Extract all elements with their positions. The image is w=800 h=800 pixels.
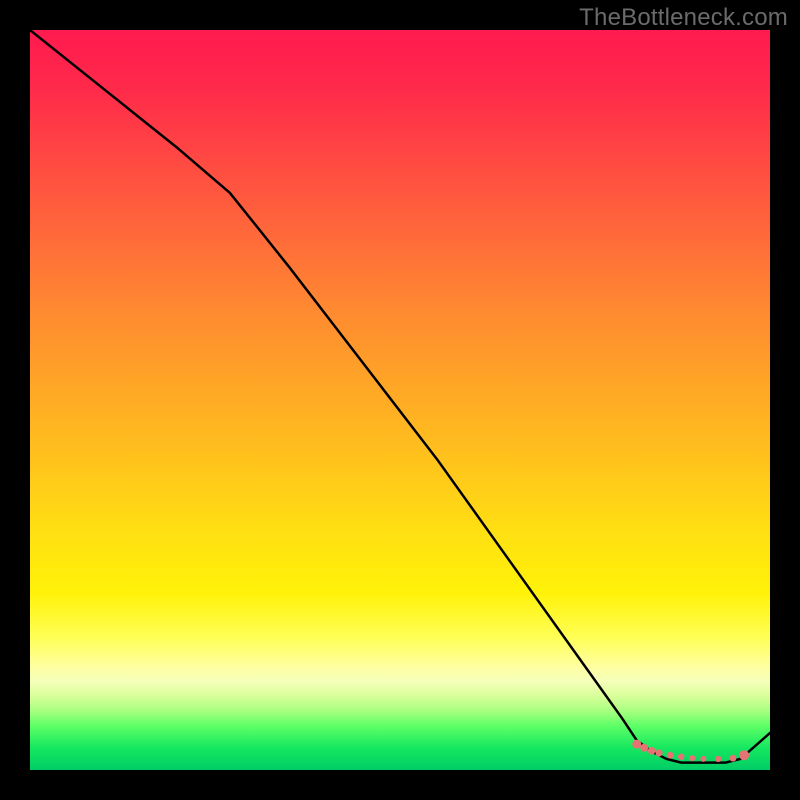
curve-marker	[700, 756, 706, 762]
curve-layer	[30, 30, 770, 770]
curve-marker	[730, 755, 737, 762]
curve-marker	[655, 749, 662, 756]
plot-area	[30, 30, 770, 770]
bottleneck-curve-line	[30, 30, 770, 763]
curve-marker	[640, 744, 648, 752]
watermark-text: TheBottleneck.com	[579, 4, 788, 32]
curve-marker	[648, 747, 656, 755]
curve-marker	[715, 756, 721, 762]
curve-marker	[632, 740, 641, 749]
curve-marker	[667, 752, 674, 759]
curve-markers	[632, 740, 749, 763]
curve-marker	[739, 750, 749, 760]
curve-marker	[678, 753, 684, 759]
curve-marker	[689, 755, 695, 761]
chart-frame: TheBottleneck.com	[0, 0, 800, 800]
